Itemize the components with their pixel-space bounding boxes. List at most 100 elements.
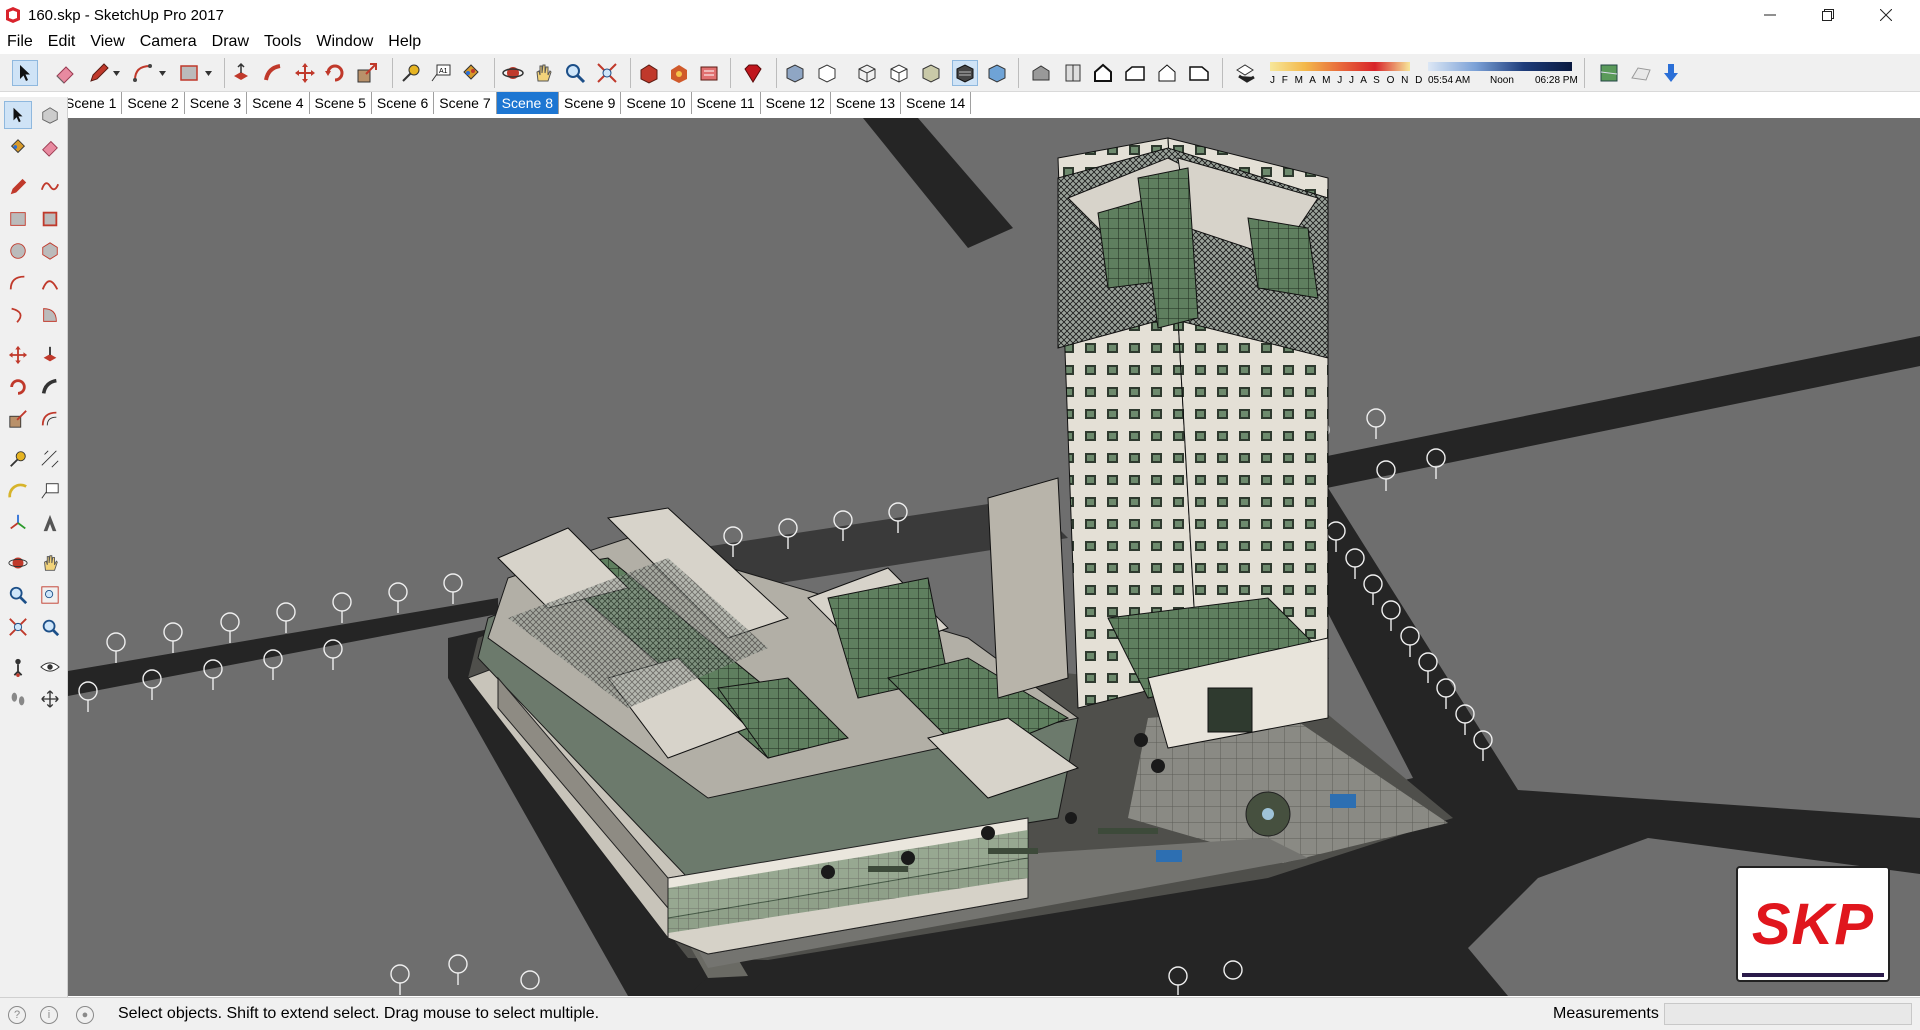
tab-scene-8[interactable]: Scene 8 xyxy=(496,92,559,114)
arc-tool-button[interactable] xyxy=(4,269,32,297)
select-tool-button[interactable] xyxy=(12,60,38,86)
tab-scene-6[interactable]: Scene 6 xyxy=(372,92,435,114)
menu-help[interactable]: Help xyxy=(381,33,429,51)
close-button[interactable] xyxy=(1857,0,1915,30)
minimize-button[interactable] xyxy=(1741,0,1799,30)
xray-style-button[interactable] xyxy=(782,60,808,86)
polygon-tool-button[interactable] xyxy=(36,237,64,265)
zoom-tool-button[interactable] xyxy=(4,581,32,609)
warehouse-button[interactable] xyxy=(636,60,662,86)
geolocation-icon[interactable]: ? xyxy=(8,1006,26,1024)
walk-tool-button[interactable] xyxy=(4,685,32,713)
rectangle-tool-button[interactable] xyxy=(176,60,202,86)
make-component-button[interactable] xyxy=(36,101,64,129)
back-edges-style-button[interactable] xyxy=(814,60,840,86)
rectangle-tool-button[interactable] xyxy=(4,205,32,233)
pencil-tool-button[interactable] xyxy=(86,60,112,86)
front-view-button[interactable] xyxy=(1090,60,1116,86)
add-location-button[interactable] xyxy=(1596,60,1622,86)
tab-scene-11[interactable]: Scene 11 xyxy=(692,92,761,114)
dimension-tool-button[interactable] xyxy=(36,445,64,473)
toggle-terrain-button[interactable] xyxy=(1628,60,1654,86)
menu-view[interactable]: View xyxy=(83,33,132,51)
paint-bucket-button[interactable] xyxy=(4,133,32,161)
tab-scene-5[interactable]: Scene 5 xyxy=(310,92,372,114)
tab-scene-2[interactable]: Scene 2 xyxy=(122,92,185,114)
eraser-button[interactable] xyxy=(36,133,64,161)
left-view-button[interactable] xyxy=(1186,60,1212,86)
arc-dropdown[interactable] xyxy=(156,60,168,86)
tab-scene-7[interactable]: Scene 7 xyxy=(434,92,497,114)
zoom-extents-tool-button[interactable] xyxy=(4,613,32,641)
measurements-input[interactable] xyxy=(1664,1003,1912,1025)
menu-tools[interactable]: Tools xyxy=(257,33,309,51)
shaded-style-button[interactable] xyxy=(918,60,944,86)
text-tool-button[interactable] xyxy=(36,477,64,505)
extension-warehouse-button[interactable] xyxy=(740,60,766,86)
move-tool-button[interactable] xyxy=(4,341,32,369)
tab-scene-1[interactable]: Scene 1 xyxy=(60,92,123,114)
tab-scene-10[interactable]: Scene 10 xyxy=(621,92,692,114)
push-pull-tool-button[interactable] xyxy=(228,60,254,86)
pan-tool-button[interactable] xyxy=(36,549,64,577)
model-viewport[interactable]: SKP xyxy=(68,118,1920,996)
pencil-dropdown[interactable] xyxy=(110,60,122,86)
line-tool-button[interactable] xyxy=(4,173,32,201)
restore-button[interactable] xyxy=(1799,0,1857,30)
text-tool-button[interactable]: A1 xyxy=(428,60,454,86)
photo-textures-button[interactable] xyxy=(1658,60,1684,86)
previous-view-button[interactable] xyxy=(36,613,64,641)
shadows-toggle-button[interactable] xyxy=(1232,60,1258,86)
credits-icon[interactable]: i xyxy=(40,1006,58,1024)
tab-scene-3[interactable]: Scene 3 xyxy=(185,92,248,114)
rotate-tool-button[interactable] xyxy=(4,373,32,401)
two-point-arc-tool-button[interactable] xyxy=(36,269,64,297)
protractor-tool-button[interactable] xyxy=(4,477,32,505)
wireframe-style-button[interactable] xyxy=(854,60,880,86)
shadow-time-slider[interactable] xyxy=(1428,62,1572,71)
tape-measure-tool-button[interactable] xyxy=(4,445,32,473)
orbit-tool-button[interactable] xyxy=(500,60,526,86)
position-camera-button[interactable] xyxy=(4,653,32,681)
follow-me-tool-button[interactable] xyxy=(36,373,64,401)
follow-me-tool-button[interactable] xyxy=(260,60,286,86)
shape-dropdown[interactable] xyxy=(202,60,214,86)
monochrome-style-button[interactable] xyxy=(984,60,1010,86)
offset-tool-button[interactable] xyxy=(36,405,64,433)
orbit-tool-button[interactable] xyxy=(4,549,32,577)
menu-file[interactable]: File xyxy=(0,33,41,51)
look-around-button[interactable] xyxy=(36,653,64,681)
zoom-tool-button[interactable] xyxy=(562,60,588,86)
scale-tool-button[interactable] xyxy=(4,405,32,433)
scale-tool-button[interactable] xyxy=(354,60,380,86)
tab-scene-4[interactable]: Scene 4 xyxy=(247,92,310,114)
pie-tool-button[interactable] xyxy=(36,301,64,329)
push-pull-tool-button[interactable] xyxy=(36,341,64,369)
select-tool-button[interactable] xyxy=(4,101,32,129)
eraser-tool-button[interactable] xyxy=(52,60,78,86)
move-tool-button[interactable] xyxy=(292,60,318,86)
paint-bucket-tool-button[interactable] xyxy=(458,60,484,86)
menu-draw[interactable]: Draw xyxy=(205,33,257,51)
rotated-rectangle-tool-button[interactable] xyxy=(36,205,64,233)
user-account-icon[interactable]: ● xyxy=(76,1006,94,1024)
share-model-button[interactable] xyxy=(666,60,692,86)
3d-text-tool-button[interactable] xyxy=(36,509,64,537)
right-view-button[interactable] xyxy=(1122,60,1148,86)
tab-scene-13[interactable]: Scene 13 xyxy=(831,92,902,114)
three-point-arc-tool-button[interactable] xyxy=(4,301,32,329)
tab-scene-14[interactable]: Scene 14 xyxy=(901,92,972,114)
shadow-date-slider[interactable] xyxy=(1270,62,1410,71)
arc-tool-button[interactable] xyxy=(130,60,156,86)
hidden-line-style-button[interactable] xyxy=(886,60,912,86)
back-view-button[interactable] xyxy=(1154,60,1180,86)
menu-camera[interactable]: Camera xyxy=(133,33,205,51)
section-plane-button[interactable] xyxy=(36,685,64,713)
axes-tool-button[interactable] xyxy=(4,509,32,537)
menu-window[interactable]: Window xyxy=(309,33,381,51)
tab-scene-9[interactable]: Scene 9 xyxy=(559,92,622,114)
tape-measure-tool-button[interactable] xyxy=(398,60,424,86)
tab-scene-12[interactable]: Scene 12 xyxy=(761,92,831,114)
top-view-button[interactable] xyxy=(1060,60,1086,86)
zoom-window-tool-button[interactable] xyxy=(36,581,64,609)
